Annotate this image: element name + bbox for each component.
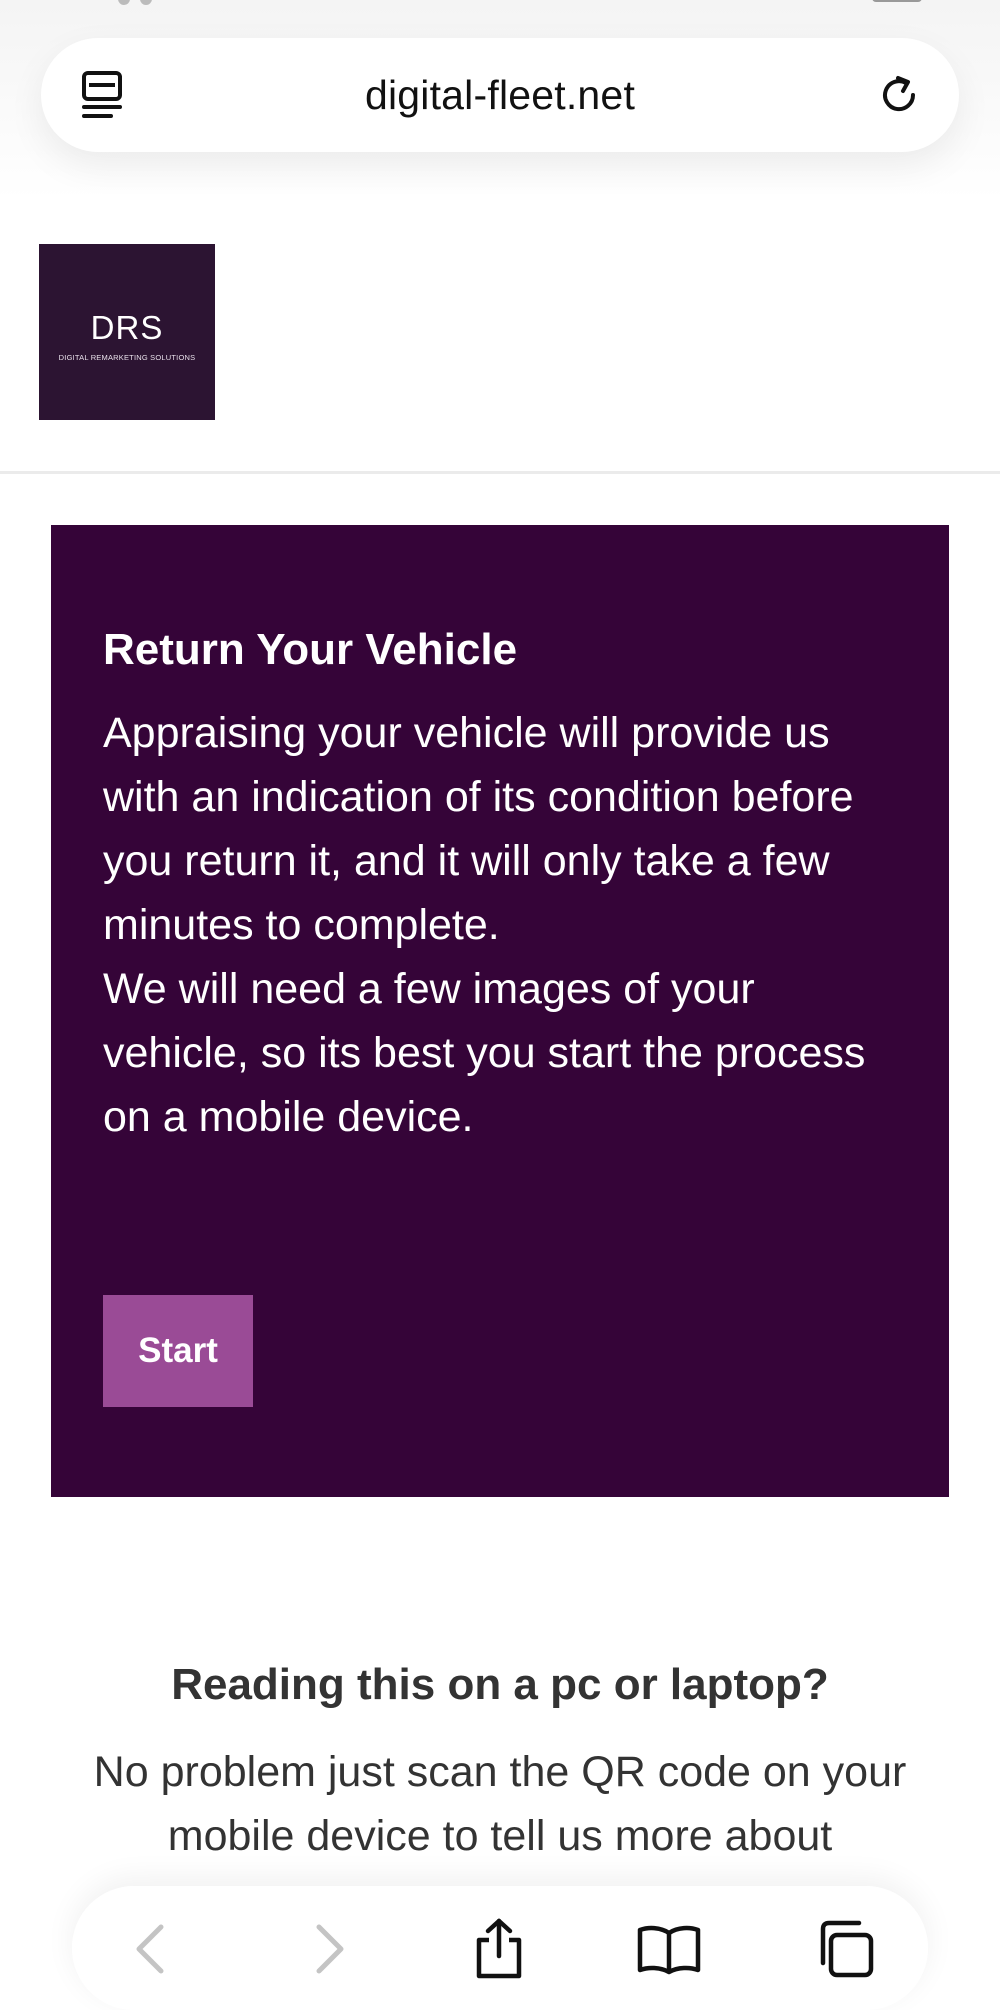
bookmarks-icon[interactable] <box>634 1914 704 1984</box>
reload-icon[interactable] <box>873 69 925 121</box>
back-icon[interactable] <box>116 1914 186 1984</box>
card-heading: Return Your Vehicle <box>103 625 518 674</box>
return-vehicle-card: Return Your Vehicle Appraising your vehi… <box>51 525 949 1497</box>
drs-logo[interactable]: DRS DIGITAL REMARKETING SOLUTIONS <box>39 244 215 420</box>
forward-icon[interactable] <box>294 1914 364 1984</box>
pc-section-text: No problem just scan the QR code on your… <box>93 1748 907 1860</box>
status-bar-battery <box>872 0 922 2</box>
tabs-icon[interactable] <box>810 1914 880 1984</box>
card-paragraph-1: Appraising your vehicle will provide us … <box>103 709 854 949</box>
page-menu-icon[interactable] <box>77 69 129 121</box>
start-button[interactable]: Start <box>103 1295 253 1407</box>
logo-subtitle: DIGITAL REMARKETING SOLUTIONS <box>58 352 196 362</box>
logo-title: DRS <box>90 308 164 346</box>
browser-toolbar <box>72 1886 928 2010</box>
card-paragraph-2: We will need a few images of your vehicl… <box>103 965 866 1141</box>
url-text[interactable]: digital-fleet.net <box>365 72 635 119</box>
header-divider <box>0 471 1000 474</box>
status-bar-signal <box>118 0 178 5</box>
share-icon[interactable] <box>464 1914 534 1984</box>
pc-section-heading: Reading this on a pc or laptop? <box>171 1660 829 1709</box>
address-bar[interactable]: digital-fleet.net <box>41 38 959 152</box>
